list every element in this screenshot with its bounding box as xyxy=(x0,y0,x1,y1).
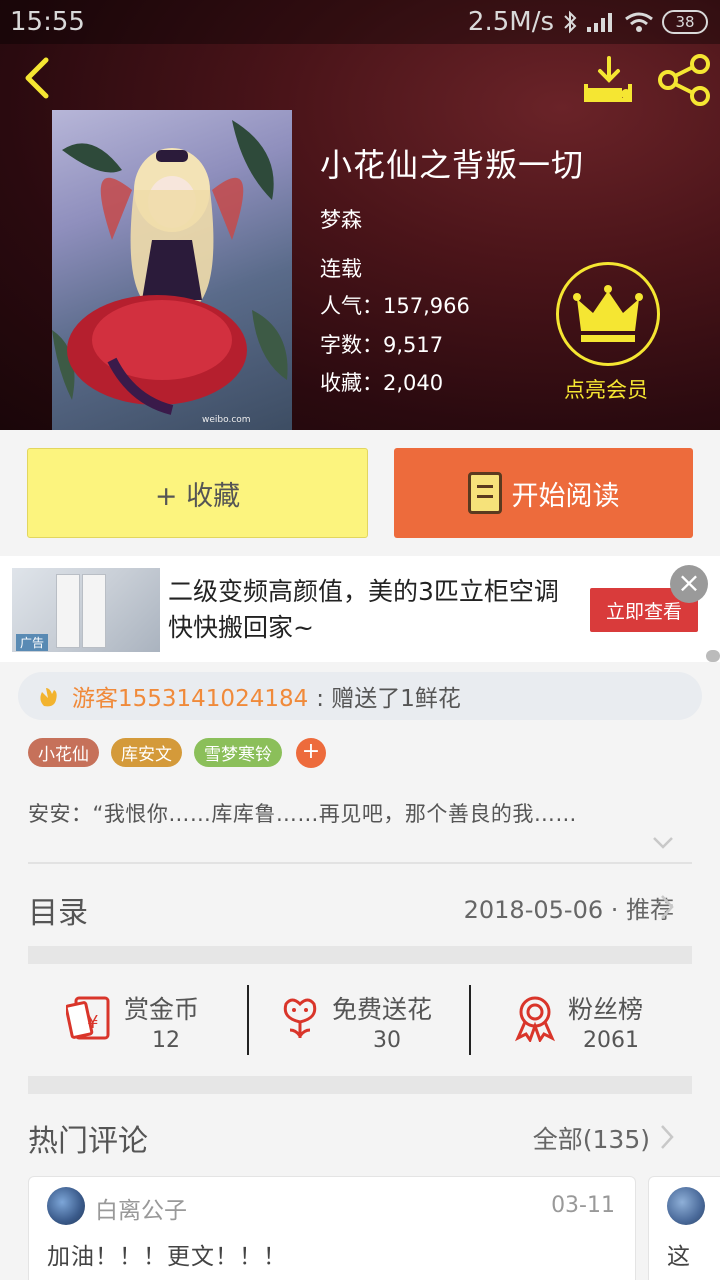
bluetooth-icon xyxy=(564,10,577,34)
toc-title[interactable]: 目录 xyxy=(28,888,88,932)
favorites-value: 2,040 xyxy=(383,371,444,395)
chevron-right-icon[interactable] xyxy=(660,1124,674,1150)
book-intro[interactable]: 安安：“我恨你……库库鲁……再见吧，那个善良的我…… xyxy=(28,798,577,828)
book-header: 15:55 2.5M/s 38 weibo.com 小花仙之背叛一切 梦森 连载… xyxy=(0,0,720,430)
vip-label[interactable]: 点亮会员 xyxy=(564,374,648,404)
fan-ranking-stat[interactable]: 粉丝榜 2061 xyxy=(512,980,682,1060)
stat-separator xyxy=(469,985,471,1055)
network-speed: 2.5M/s xyxy=(467,7,554,37)
book-title: 小花仙之背叛一切 xyxy=(320,146,585,184)
book-status: 连载 xyxy=(320,257,362,281)
fan-ranking-value: 2061 xyxy=(583,1028,639,1053)
wifi-icon xyxy=(625,12,653,32)
avatar[interactable] xyxy=(47,1187,85,1225)
comment-card[interactable]: 这 xyxy=(648,1176,720,1280)
ad-text: 二级变频高颜值，美的3匹立柜空调快快搬回家~ xyxy=(168,577,559,642)
medal-icon xyxy=(514,996,556,1042)
crown-icon xyxy=(573,285,643,342)
word-count-value: 9,517 xyxy=(383,333,444,357)
book-icon xyxy=(467,472,502,514)
tag-item[interactable]: 库安文 xyxy=(111,738,182,767)
free-flowers-label: 免费送花 xyxy=(332,995,433,1024)
popularity-row: 人气：157,966 xyxy=(320,290,470,320)
popularity-label: 人气： xyxy=(320,294,383,318)
book-cover[interactable]: weibo.com xyxy=(52,110,292,430)
book-author[interactable]: 梦森 xyxy=(320,204,362,234)
cover-illustration: weibo.com xyxy=(52,120,288,425)
gift-user: 游客1553141024184 xyxy=(72,686,309,712)
vip-button[interactable] xyxy=(556,262,660,366)
start-reading-button[interactable]: 开始阅读 xyxy=(394,448,693,538)
ad-tag: 广告 xyxy=(16,634,49,651)
section-separator xyxy=(28,1076,692,1094)
comment-card[interactable]: 白离公子 03-11 加油！！！更文！！！ xyxy=(28,1176,636,1280)
stat-separator xyxy=(247,985,249,1055)
gift-text: : 赠送了1鲜花 xyxy=(316,686,461,712)
start-reading-label: 开始阅读 xyxy=(511,480,620,512)
status-bar: 15:55 2.5M/s 38 xyxy=(0,0,720,44)
word-count-label: 字数： xyxy=(320,333,383,357)
hot-comments-title: 热门评论 xyxy=(28,1124,148,1159)
comment-text: 加油！！！更文！！！ xyxy=(47,1244,287,1270)
download-icon[interactable] xyxy=(582,56,636,104)
comment-date: 03-11 xyxy=(551,1193,615,1218)
all-comments-link[interactable]: 全部(135) xyxy=(533,1120,650,1156)
ad-close-icon[interactable]: × xyxy=(670,565,708,603)
free-flowers-value: 30 xyxy=(373,1028,401,1053)
battery-icon: 38 xyxy=(662,10,708,34)
chevron-right-icon[interactable] xyxy=(660,894,674,920)
chevron-down-icon[interactable] xyxy=(652,836,674,850)
share-icon[interactable] xyxy=(656,54,712,106)
reward-coins-label: 赏金币 xyxy=(124,995,200,1024)
avatar[interactable] xyxy=(667,1187,705,1225)
section-separator xyxy=(28,946,692,964)
add-tag-button[interactable]: + xyxy=(296,738,326,768)
signal-icon xyxy=(587,13,612,32)
tag-item[interactable]: 小花仙 xyxy=(28,738,99,767)
favorites-label: 收藏： xyxy=(320,371,383,395)
red-envelope-icon: ¥ xyxy=(66,996,110,1040)
collect-button[interactable]: + 收藏 xyxy=(27,448,368,538)
toc-latest[interactable]: 2018-05-06 · 推荐 xyxy=(464,890,674,925)
svg-text:¥: ¥ xyxy=(87,1012,98,1033)
free-flowers-stat[interactable]: 免费送花 30 xyxy=(278,980,468,1060)
svg-text:weibo.com: weibo.com xyxy=(202,415,251,425)
flower-icon xyxy=(283,998,317,1038)
tag-item[interactable]: 雪梦寒铃 xyxy=(194,738,282,767)
word-count-row: 字数：9,517 xyxy=(320,329,443,359)
status-time: 15:55 xyxy=(10,7,85,37)
gift-notice[interactable]: 游客1553141024184 : 赠送了1鲜花 xyxy=(18,672,702,720)
comment-user[interactable]: 白离公子 xyxy=(95,1191,187,1225)
reward-coins-stat[interactable]: ¥ 赏金币 12 xyxy=(66,980,246,1060)
clap-icon xyxy=(40,688,57,707)
status-icons: 2.5M/s 38 xyxy=(468,7,708,37)
popularity-value: 157,966 xyxy=(383,294,470,318)
comment-text: 这 xyxy=(667,1244,690,1270)
back-icon[interactable] xyxy=(14,52,58,104)
divider xyxy=(28,862,692,864)
floating-dot-icon[interactable] xyxy=(706,650,720,662)
fan-ranking-label: 粉丝榜 xyxy=(568,995,644,1024)
favorites-row: 收藏：2,040 xyxy=(320,367,443,397)
reward-coins-value: 12 xyxy=(152,1028,180,1053)
